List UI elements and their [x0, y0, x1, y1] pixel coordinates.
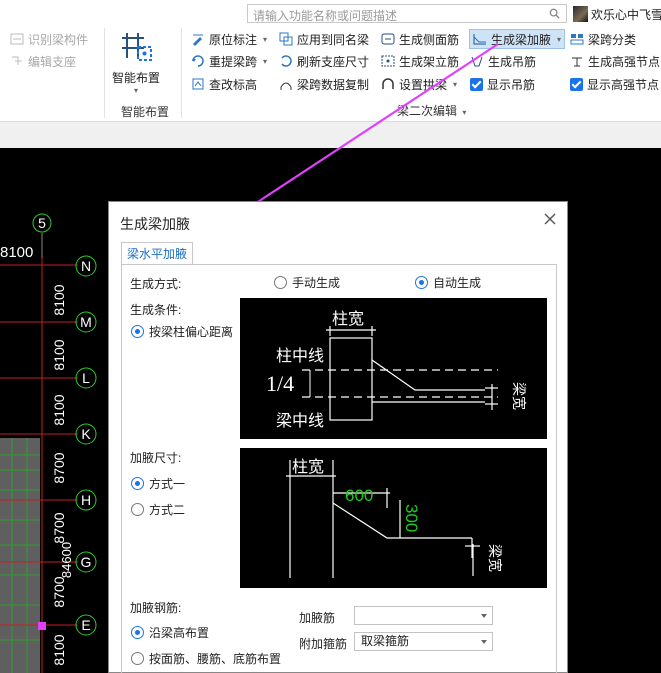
radio-checked-icon — [131, 477, 144, 490]
radio-unchecked-icon — [274, 276, 287, 289]
chevron-down-icon — [481, 640, 487, 644]
radio-unchecked-icon — [131, 652, 144, 665]
close-icon[interactable] — [543, 212, 557, 226]
gen-method-label: 生成方式: — [130, 277, 182, 291]
app-window: 请输入功能名称或问题描述 欢乐心中飞雪 识别梁构件 编辑支座 智能布置 ▾ 智能… — [0, 0, 661, 673]
radio-checked-icon — [131, 325, 144, 338]
diagram-dim-green: 600 — [345, 486, 373, 505]
size-label: 加腋尺寸: — [130, 451, 182, 465]
diagram-label: 柱宽 — [332, 310, 364, 328]
gen-haunch-dialog: 生成梁加腋 梁水平加腋 生成方式: 手动生成 自动生成 生成条件: 按梁柱偏心距… — [108, 201, 568, 673]
rebar-opt2-radio[interactable]: 按面筋、腰筋、底筋布置 — [131, 650, 281, 667]
size-opt1-label: 方式一 — [149, 477, 186, 491]
size-opt2-label: 方式二 — [149, 503, 186, 517]
gen-condition-radio[interactable]: 按梁柱偏心距离 — [131, 323, 233, 340]
diagram-label: 梁中线 — [276, 412, 324, 430]
gen-condition-opt-label: 按梁柱偏心距离 — [149, 325, 234, 339]
extra-stirrup-select[interactable]: 取梁箍筋 — [354, 632, 493, 651]
condition-diagram: 柱宽 柱中线 1/4 梁中线 梁宽 — [240, 298, 547, 439]
diagram-label: 梁宽 — [511, 382, 527, 410]
condition-diagram-drawing: 柱宽 柱中线 1/4 梁中线 梁宽 — [266, 310, 527, 430]
radio-unchecked-icon — [131, 503, 144, 516]
gen-manual-label: 手动生成 — [292, 276, 341, 290]
diagram-label: 柱中线 — [276, 347, 324, 365]
radio-checked-icon — [131, 626, 144, 639]
radio-checked-icon — [415, 276, 428, 289]
gen-auto-label: 自动生成 — [433, 276, 482, 290]
diagram-label: 柱宽 — [292, 458, 324, 476]
rebar-label: 加腋钢筋: — [130, 601, 182, 615]
rebar-opt1-radio[interactable]: 沿梁高布置 — [131, 624, 209, 641]
size-opt1-radio[interactable]: 方式一 — [131, 475, 185, 492]
chevron-down-icon — [481, 614, 487, 618]
dialog-title: 生成梁加腋 — [120, 216, 190, 232]
diagram-label: 1/4 — [266, 371, 294, 396]
gen-condition-label: 生成条件: — [130, 303, 182, 317]
extra-stirrup-label: 附加箍筋 — [299, 637, 348, 651]
rebar-opt2-label: 按面筋、腰筋、底筋布置 — [149, 652, 282, 666]
haunch-bar-label: 加腋筋 — [299, 611, 336, 625]
size-diagram: 柱宽 梁宽 600 300 — [240, 448, 547, 588]
size-opt2-radio[interactable]: 方式二 — [131, 501, 185, 518]
diagram-label: 梁宽 — [487, 544, 503, 572]
rebar-opt1-label: 沿梁高布置 — [149, 626, 210, 640]
gen-manual-radio[interactable]: 手动生成 — [274, 274, 340, 291]
size-diagram-drawing: 柱宽 梁宽 600 300 — [286, 458, 503, 578]
diagram-dim-green: 300 — [402, 504, 421, 532]
gen-auto-radio[interactable]: 自动生成 — [415, 274, 481, 291]
haunch-bar-select[interactable] — [354, 606, 493, 625]
tab-horizontal-haunch[interactable]: 梁水平加腋 — [121, 242, 193, 265]
extra-stirrup-value: 取梁箍筋 — [361, 634, 410, 648]
